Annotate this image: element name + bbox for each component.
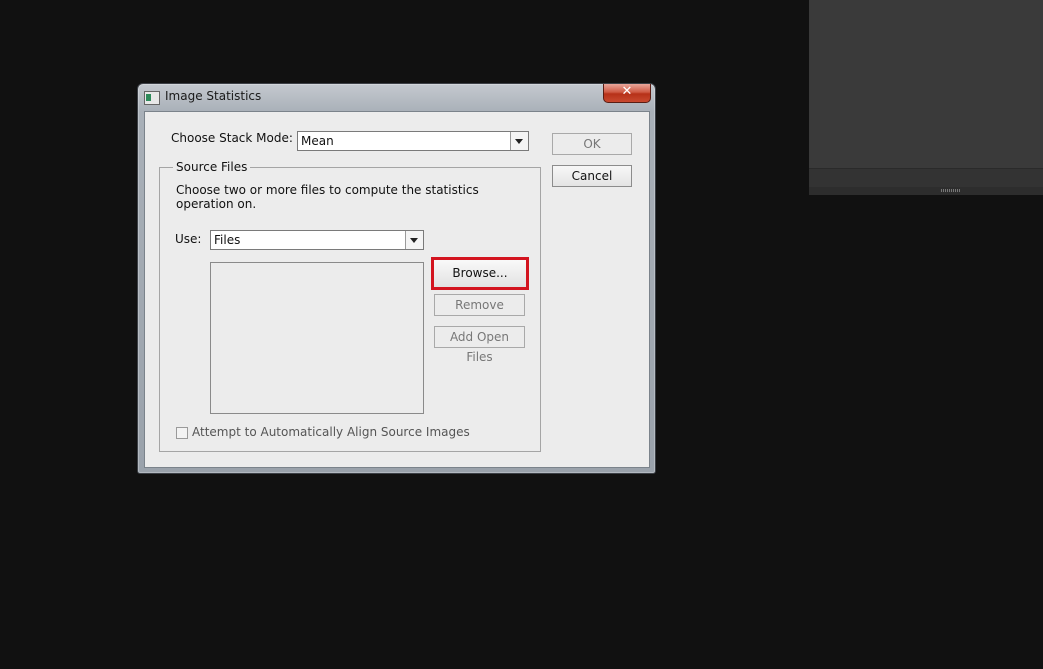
window-title: Image Statistics — [165, 89, 262, 103]
remove-button[interactable]: Remove — [434, 294, 525, 316]
close-button[interactable]: ✕ — [603, 84, 651, 103]
use-label: Use: — [175, 232, 202, 246]
browse-button[interactable]: Browse... — [431, 257, 529, 290]
close-icon: ✕ — [621, 84, 633, 99]
chevron-down-icon[interactable] — [510, 132, 528, 150]
title-bar[interactable]: Image Statistics ✕ — [138, 84, 655, 110]
file-list[interactable] — [210, 262, 424, 414]
ok-button[interactable]: OK — [552, 133, 632, 155]
cancel-button[interactable]: Cancel — [552, 165, 632, 187]
resize-grip-icon[interactable] — [941, 189, 961, 192]
source-files-description-line1: Choose two or more files to compute the … — [176, 183, 479, 197]
use-select[interactable]: Files — [210, 230, 424, 250]
background-panel — [809, 0, 1043, 195]
source-files-title: Source Files — [173, 160, 251, 174]
chevron-down-icon[interactable] — [405, 231, 423, 249]
dialog-body: Choose Stack Mode: Mean OK Cancel Source… — [144, 111, 650, 468]
browse-button-label: Browse... — [452, 266, 508, 280]
app-icon — [144, 91, 160, 105]
stack-mode-value: Mean — [301, 134, 334, 148]
stack-mode-label: Choose Stack Mode: — [171, 131, 293, 145]
source-files-description-line2: operation on. — [176, 197, 257, 211]
add-open-files-button[interactable]: Add Open Files — [434, 326, 525, 364]
align-checkbox[interactable] — [176, 427, 188, 439]
stack-mode-select[interactable]: Mean — [297, 131, 529, 151]
image-statistics-dialog: Image Statistics ✕ Choose Stack Mode: Me… — [137, 83, 656, 474]
background-panel-footer — [809, 187, 1043, 195]
background-panel-strip — [809, 168, 1043, 188]
align-checkbox-label: Attempt to Automatically Align Source Im… — [192, 425, 470, 439]
source-files-group: Source Files Choose two or more files to… — [159, 160, 541, 452]
use-value: Files — [214, 233, 241, 247]
